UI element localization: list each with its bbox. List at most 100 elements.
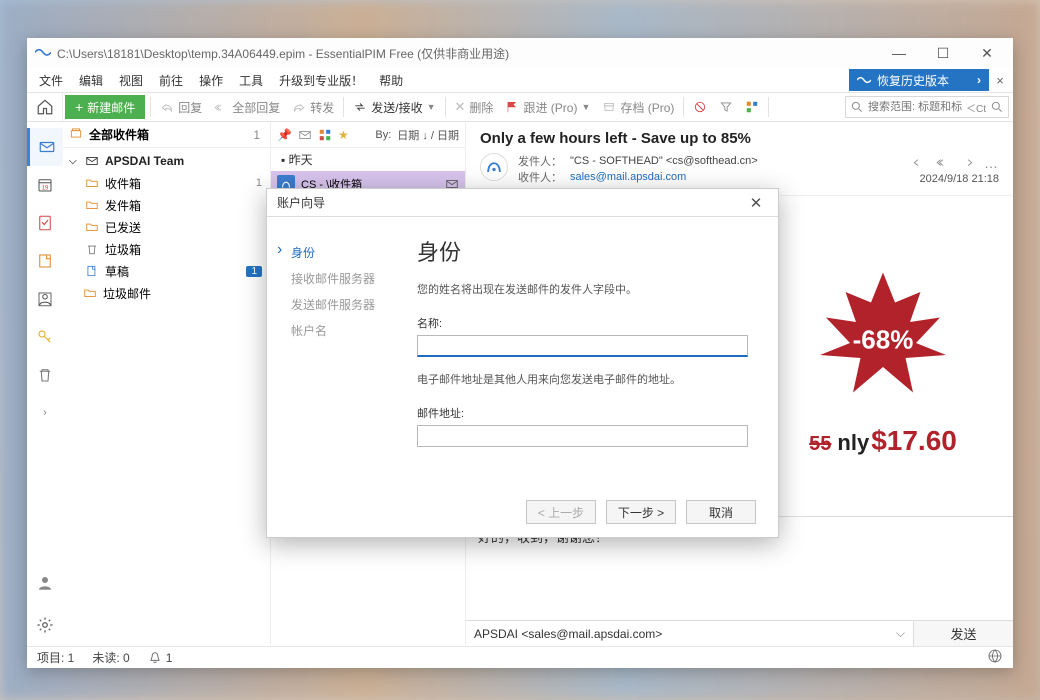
nav-notes[interactable] [27,242,63,280]
menu-operate[interactable]: 操作 [191,69,231,91]
sync-icon [353,100,367,114]
account-row[interactable]: ⌵ APSDAI Team [63,150,270,172]
reply-all-button[interactable]: 全部回复 [208,94,286,120]
name-input[interactable] [417,335,748,357]
reply-button[interactable]: 回复 [154,94,208,120]
x-icon: ✕ [455,99,466,115]
title-bar: C:\Users\18181\Desktop\temp.34A06449.epi… [27,38,1013,68]
maximize-button[interactable]: ☐ [921,38,965,68]
nav-collapse[interactable]: › [27,394,63,432]
inbox-stack-icon [69,126,83,143]
step-identity[interactable]: 身份 [277,239,395,265]
nav-trash[interactable] [27,356,63,394]
reply-from-select[interactable]: APSDAI <sales@mail.apsdai.com> ⌵ [466,621,913,646]
sort-value[interactable]: 日期 ↓ / 日期 [397,127,459,143]
step-account[interactable]: 帐户名 [277,317,395,343]
nav-passwords[interactable] [27,318,63,356]
dialog-close-button[interactable]: ✕ [744,194,768,212]
menu-view[interactable]: 视图 [111,69,151,91]
trash-icon [85,242,99,256]
restore-history-banner[interactable]: 恢复历史版本 › [849,69,989,91]
search-bar[interactable]: ＜Ct [845,96,1009,118]
block-button[interactable] [687,94,713,120]
sort-by-label: By: [375,129,391,141]
send-receive-button[interactable]: 发送/接收 ▼ [347,94,441,120]
menu-file[interactable]: 文件 [31,69,71,91]
maple-leaf-graphic: -68% [808,265,958,415]
sender-avatar-large [480,153,508,181]
forward-icon[interactable] [960,155,974,169]
ad-area: -68% 55 nly $17.60 [753,196,1013,526]
star-icon[interactable]: ★ [338,128,349,142]
to-value: sales@mail.apsdai.com [570,171,686,183]
email-input[interactable] [417,425,748,447]
nav-user[interactable] [27,564,63,602]
minimize-button[interactable]: — [877,38,921,68]
grid-icon[interactable] [318,128,332,142]
menu-tools[interactable]: 工具 [231,69,271,91]
close-button[interactable]: ✕ [965,38,1009,68]
menu-help[interactable]: 帮助 [371,69,411,91]
account-label: APSDAI Team [105,154,264,168]
nav-settings[interactable] [27,606,63,644]
folder-drafts[interactable]: 草稿 1 [63,260,270,282]
folder-junk[interactable]: 垃圾邮件 [63,282,270,304]
pin-icon[interactable]: 📌 [277,128,292,142]
filter-icon [719,100,733,114]
discount-text: -68% [853,325,914,356]
nav-calendar[interactable]: 19 [27,166,63,204]
folder-icon [83,286,97,300]
next-button[interactable]: 下一步 > [606,500,676,524]
forward-button[interactable]: 转发 [286,94,340,120]
account-wizard-dialog: 账户向导 ✕ 身份 接收邮件服务器 发送邮件服务器 帐户名 身份 您的姓名将出现… [266,188,779,538]
send-button[interactable]: 发送 [913,621,1013,646]
from-label: 发件人： [518,153,562,169]
restore-banner-close[interactable]: × [991,73,1009,88]
home-icon[interactable] [36,98,54,116]
step-send[interactable]: 发送邮件服务器 [277,291,395,317]
svg-text:19: 19 [42,186,49,192]
category-button[interactable] [739,94,765,120]
search-go-icon[interactable] [990,100,1004,114]
old-price: 55 [809,433,831,456]
archive-button[interactable]: 存档 (Pro) [596,94,680,120]
name-label: 名称: [417,315,748,331]
step-receive[interactable]: 接收邮件服务器 [277,265,395,291]
wizard-desc-email: 电子邮件地址是其他人用来向您发送电子邮件的地址。 [417,371,748,387]
msg-group-header: ▪ 昨天 [271,148,465,171]
more-icon[interactable]: … [984,155,999,171]
menu-edit[interactable]: 编辑 [71,69,111,91]
status-alerts[interactable]: 1 [148,651,173,665]
status-items: 项目: 1 [37,649,74,666]
new-mail-button[interactable]: + 新建邮件 [65,95,145,119]
folder-icon [85,220,99,234]
nav-mail[interactable] [27,128,63,166]
cancel-button[interactable]: 取消 [686,500,756,524]
folder-trash[interactable]: 垃圾箱 [63,238,270,260]
all-inbox-row[interactable]: 全部收件箱 1 [63,122,270,148]
globe-icon[interactable] [987,648,1003,664]
reply-icon[interactable] [912,155,926,169]
envelope-icon[interactable] [298,128,312,142]
follow-button[interactable]: 跟进 (Pro) ▼ [499,94,596,120]
window-title: C:\Users\18181\Desktop\temp.34A06449.epi… [57,45,877,62]
folder-inbox[interactable]: 收件箱 1 [63,172,270,194]
nav-tasks[interactable] [27,204,63,242]
new-mail-label: 新建邮件 [87,99,135,116]
search-input[interactable] [868,101,962,113]
folder-pane: 全部收件箱 1 ⌵ APSDAI Team 收件箱 1 发件箱 [63,122,271,646]
folder-outbox[interactable]: 发件箱 [63,194,270,216]
folder-sent[interactable]: 已发送 [63,216,270,238]
preview-subject: Only a few hours left - Save up to 85% [466,122,1013,149]
plus-icon: + [75,100,83,114]
reply-all-icon[interactable] [936,155,950,169]
prev-button[interactable]: < 上一步 [526,500,596,524]
menu-upgrade[interactable]: 升级到专业版！ [271,69,371,91]
menu-go[interactable]: 前往 [151,69,191,91]
chevron-down-icon: ⌵ [896,626,905,641]
reply-from-value: APSDAI <sales@mail.apsdai.com> [474,627,662,641]
grid-icon [745,100,759,114]
filter-button[interactable] [713,94,739,120]
delete-button[interactable]: ✕ 删除 [449,94,500,120]
nav-contacts[interactable] [27,280,63,318]
